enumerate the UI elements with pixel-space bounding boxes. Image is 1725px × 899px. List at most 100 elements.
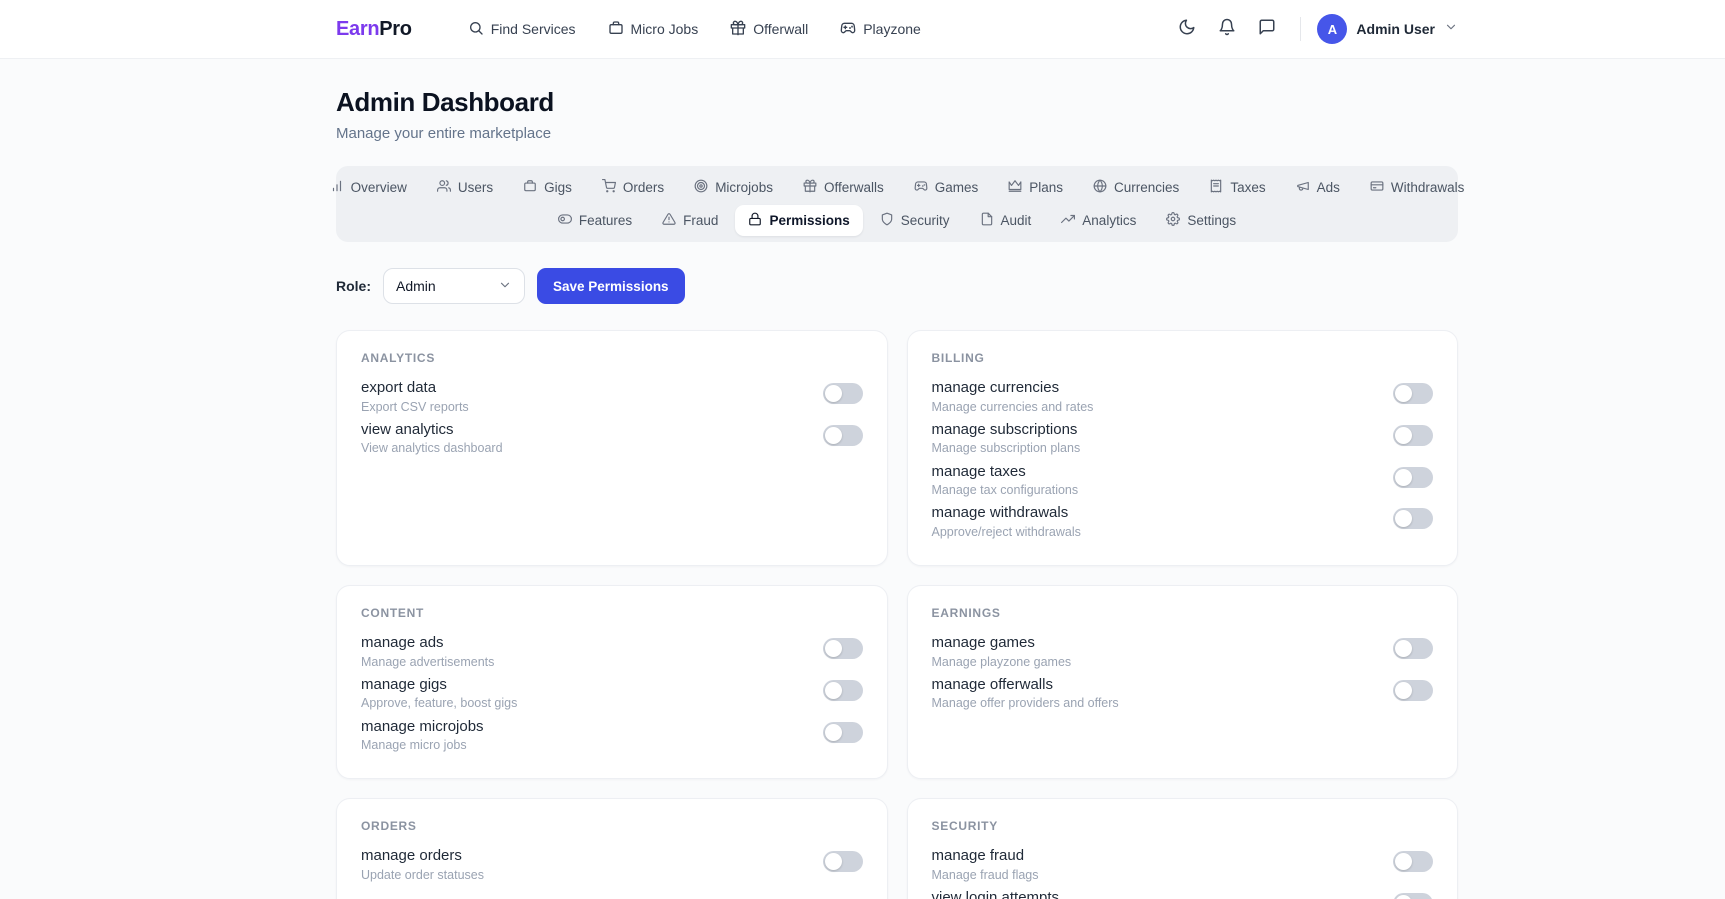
tab-label: Currencies bbox=[1114, 180, 1179, 195]
toggle-switch[interactable] bbox=[1393, 680, 1433, 701]
tab-currencies[interactable]: Currencies bbox=[1080, 172, 1192, 203]
messages-button[interactable] bbox=[1250, 12, 1284, 46]
tab-label: Users bbox=[458, 180, 493, 195]
tab-label: Taxes bbox=[1230, 180, 1265, 195]
tab-row: OverviewUsersGigsOrdersMicrojobsOfferwal… bbox=[342, 172, 1452, 203]
user-name: Admin User bbox=[1356, 21, 1435, 37]
tab-label: Security bbox=[901, 213, 950, 228]
tab-security[interactable]: Security bbox=[867, 205, 963, 236]
permission-name: view analytics bbox=[361, 420, 503, 440]
toggle-switch[interactable] bbox=[1393, 893, 1433, 899]
tab-analytics[interactable]: Analytics bbox=[1048, 205, 1149, 236]
toggle-switch[interactable] bbox=[823, 680, 863, 701]
withdraw-icon bbox=[1370, 179, 1384, 196]
tab-label: Gigs bbox=[544, 180, 572, 195]
toggle-switch[interactable] bbox=[1393, 425, 1433, 446]
tab-orders[interactable]: Orders bbox=[589, 172, 677, 203]
permission-item-manage-microjobs: manage microjobsManage micro jobs bbox=[361, 717, 863, 754]
permission-name: manage gigs bbox=[361, 675, 517, 695]
tab-features[interactable]: Features bbox=[545, 205, 645, 236]
tab-label: Permissions bbox=[769, 213, 849, 228]
permission-text: manage microjobsManage micro jobs bbox=[361, 717, 484, 754]
role-select-value: Admin bbox=[396, 278, 436, 294]
permission-description: Manage currencies and rates bbox=[932, 399, 1094, 415]
tab-label: Ads bbox=[1317, 180, 1340, 195]
toggle-switch[interactable] bbox=[823, 383, 863, 404]
card-title: ANALYTICS bbox=[361, 351, 863, 365]
permission-description: Export CSV reports bbox=[361, 399, 469, 415]
tab-taxes[interactable]: Taxes bbox=[1196, 172, 1278, 203]
toggle-switch[interactable] bbox=[1393, 638, 1433, 659]
permission-card-earnings: EARNINGS manage gamesManage playzone game… bbox=[907, 585, 1459, 779]
permission-name: manage offerwalls bbox=[932, 675, 1119, 695]
chevron-down-icon bbox=[498, 278, 512, 295]
permission-description: Manage playzone games bbox=[932, 654, 1072, 670]
tab-audit[interactable]: Audit bbox=[967, 205, 1045, 236]
nav-link-find-services[interactable]: Find Services bbox=[456, 12, 588, 47]
card-title: BILLING bbox=[932, 351, 1434, 365]
tab-permissions[interactable]: Permissions bbox=[735, 205, 862, 236]
toggle-switch[interactable] bbox=[1393, 383, 1433, 404]
permission-item-manage-withdrawals: manage withdrawalsApprove/reject withdra… bbox=[932, 503, 1434, 540]
permission-name: manage ads bbox=[361, 633, 494, 653]
permission-text: manage gigsApprove, feature, boost gigs bbox=[361, 675, 517, 712]
toggle-switch[interactable] bbox=[1393, 467, 1433, 488]
tab-users[interactable]: Users bbox=[424, 172, 506, 203]
toggle-switch[interactable] bbox=[823, 425, 863, 446]
theme-toggle-button[interactable] bbox=[1170, 12, 1204, 46]
file-icon bbox=[980, 212, 994, 229]
card-title: EARNINGS bbox=[932, 606, 1434, 620]
notifications-button[interactable] bbox=[1210, 12, 1244, 46]
permission-card-analytics: ANALYTICSexport dataExport CSV reportsvi… bbox=[336, 330, 888, 566]
role-label: Role: bbox=[336, 278, 371, 294]
admin-tab-bar: OverviewUsersGigsOrdersMicrojobsOfferwal… bbox=[336, 166, 1458, 242]
receipt-icon bbox=[1209, 179, 1223, 196]
tab-offerwalls[interactable]: Offerwalls bbox=[790, 172, 897, 203]
nav-link-micro-jobs[interactable]: Micro Jobs bbox=[596, 12, 711, 47]
permission-text: manage withdrawalsApprove/reject withdra… bbox=[932, 503, 1081, 540]
gift-icon bbox=[803, 179, 817, 196]
role-select[interactable]: Admin bbox=[383, 268, 525, 304]
permission-name: manage games bbox=[932, 633, 1072, 653]
permission-item-manage-fraud: manage fraudManage fraud flags bbox=[932, 846, 1434, 883]
tab-fraud[interactable]: Fraud bbox=[649, 205, 731, 236]
permission-name: manage orders bbox=[361, 846, 484, 866]
tab-microjobs[interactable]: Microjobs bbox=[681, 172, 786, 203]
permission-description: View analytics dashboard bbox=[361, 440, 503, 456]
tab-settings[interactable]: Settings bbox=[1153, 205, 1249, 236]
alert-triangle-icon bbox=[662, 212, 676, 229]
permission-item-manage-offerwalls: manage offerwallsManage offer providers … bbox=[932, 675, 1434, 712]
tab-ads[interactable]: Ads bbox=[1283, 172, 1353, 203]
card-title: SECURITY bbox=[932, 819, 1434, 833]
divider bbox=[1300, 17, 1301, 41]
nav-link-offerwall[interactable]: Offerwall bbox=[718, 12, 820, 47]
card-title: CONTENT bbox=[361, 606, 863, 620]
permission-name: manage currencies bbox=[932, 378, 1094, 398]
globe-icon bbox=[1093, 179, 1107, 196]
toggle-switch[interactable] bbox=[823, 851, 863, 872]
tab-label: Games bbox=[935, 180, 979, 195]
avatar: A bbox=[1317, 14, 1347, 44]
logo-earn: Earn bbox=[336, 18, 379, 40]
tab-label: Analytics bbox=[1082, 213, 1136, 228]
logo-pro: Pro bbox=[379, 18, 411, 40]
bar-chart-icon bbox=[330, 179, 344, 196]
brand-logo[interactable]: EarnPro bbox=[336, 18, 412, 41]
permissions-grid: ANALYTICSexport dataExport CSV reportsvi… bbox=[336, 330, 1458, 899]
user-menu[interactable]: A Admin User bbox=[1317, 14, 1458, 44]
toggle-switch[interactable] bbox=[823, 722, 863, 743]
lock-icon bbox=[748, 212, 762, 229]
toggle-switch[interactable] bbox=[1393, 508, 1433, 529]
save-permissions-button[interactable]: Save Permissions bbox=[537, 268, 685, 304]
tab-withdrawals[interactable]: Withdrawals bbox=[1357, 172, 1478, 203]
tab-plans[interactable]: Plans bbox=[995, 172, 1076, 203]
toggle-switch[interactable] bbox=[1393, 851, 1433, 872]
tab-gigs[interactable]: Gigs bbox=[510, 172, 585, 203]
toggle-switch[interactable] bbox=[823, 638, 863, 659]
megaphone-icon bbox=[1296, 179, 1310, 196]
tab-overview[interactable]: Overview bbox=[317, 172, 420, 203]
permission-name: manage withdrawals bbox=[932, 503, 1081, 523]
nav-link-playzone[interactable]: Playzone bbox=[828, 12, 933, 47]
tab-label: Features bbox=[579, 213, 632, 228]
tab-games[interactable]: Games bbox=[901, 172, 992, 203]
